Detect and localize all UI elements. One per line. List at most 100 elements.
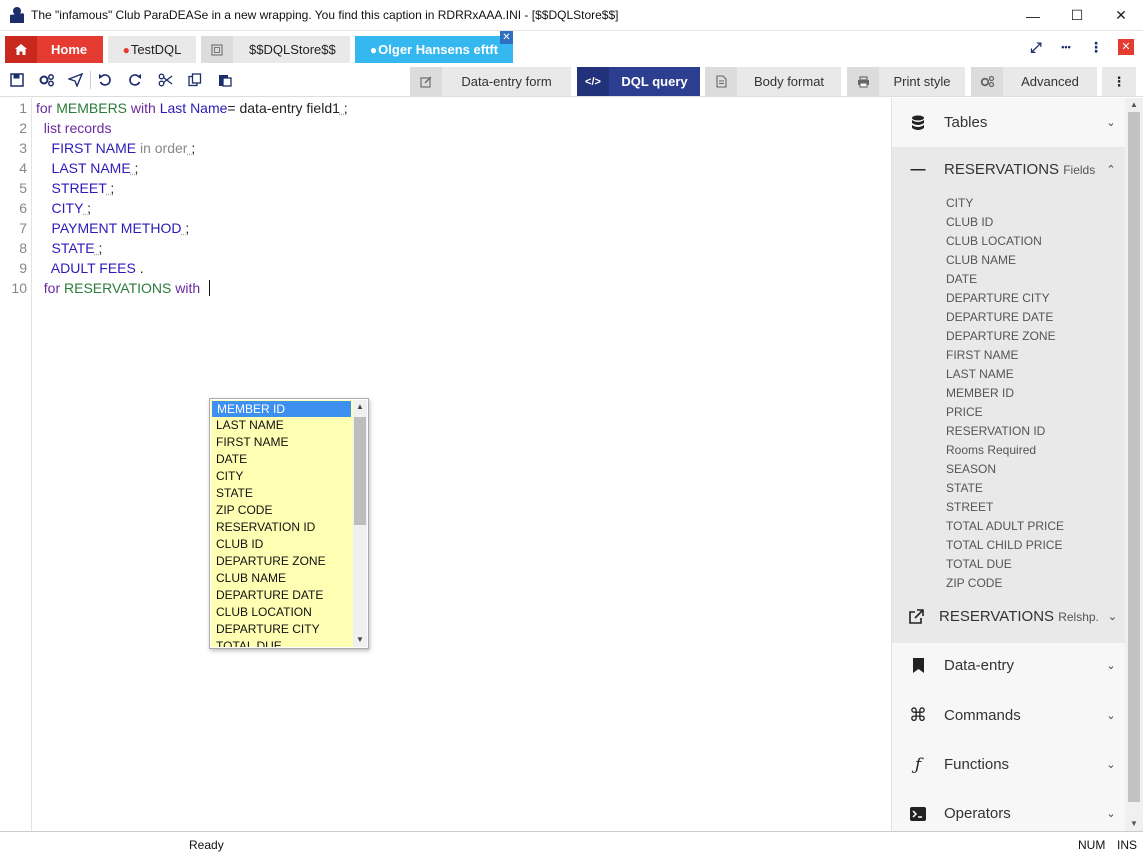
save-icon[interactable] [6,69,28,91]
code-line[interactable]: for MEMBERS with Last Name= data-entry f… [36,100,348,116]
scroll-down-icon[interactable]: ▼ [353,633,367,647]
tab-dql-query[interactable]: </> DQL query [577,67,700,96]
code-line[interactable]: for RESERVATIONS with [36,280,210,296]
section-functions[interactable]: ƒ Functions ⌄ [892,740,1126,789]
line-number: 4 [19,160,27,176]
code-line[interactable]: ADULT FEES . [36,260,144,276]
field-item[interactable]: DEPARTURE DATE [946,310,1053,324]
line-number: 5 [19,180,27,196]
more-horizontal-icon[interactable]: ••• [1051,32,1081,62]
redo-icon[interactable] [124,69,146,91]
document-tab-bar: Home ● TestDQL $$DQLStore$$ ● Olger Hans… [0,31,1143,63]
autocomplete-item[interactable]: DEPARTURE DATE [211,587,353,604]
field-item[interactable]: FIRST NAME [946,348,1018,362]
tab-body-format[interactable]: Body format [705,67,841,96]
chevron-down-icon: ⌄ [1107,611,1118,623]
code-token: ; [187,140,196,156]
chevron-down-icon: ⌄ [1106,660,1116,672]
autocomplete-popup[interactable]: MEMBER ID LAST NAME FIRST NAME DATE CITY STAT… [209,398,369,649]
tab-testdql[interactable]: ● TestDQL [108,36,196,63]
tab-dqlstore[interactable]: $$DQLStore$$ [201,36,350,63]
autocomplete-item[interactable]: DEPARTURE ZONE [211,553,353,570]
panel-scroll-thumb[interactable] [1128,112,1140,802]
window-close-button[interactable]: ✕ [1099,0,1143,31]
field-item[interactable]: STREET [946,500,993,514]
field-item[interactable]: CLUB LOCATION [946,234,1042,248]
autocomplete-item[interactable]: LAST NAME [211,417,353,434]
section-tables[interactable]: Tables ⌄ [892,98,1126,147]
autocomplete-item[interactable]: TOTAL DUE [211,638,353,647]
section-reservations-fields-header[interactable]: — RESERVATIONS Fields ⌃ [892,147,1126,191]
autocomplete-item[interactable]: CLUB NAME [211,570,353,587]
autocomplete-scrollbar[interactable]: ▲ ▼ [353,400,367,647]
code-token: STATE [36,240,95,256]
field-item[interactable]: PRICE [946,405,983,419]
scroll-up-icon[interactable]: ▲ [1125,98,1143,112]
code-line[interactable]: FIRST NAME in order ; [36,140,196,156]
autocomplete-item[interactable]: MEMBER ID [212,401,351,417]
field-item[interactable]: DATE [946,272,977,286]
section-reservations-relationships[interactable]: RESERVATIONS Relshp. ⌄ [892,592,1126,641]
title-bar: The "infamous" Club ParaDEASe in a new w… [0,0,1143,31]
code-line[interactable]: STREET ; [36,180,115,196]
line-number: 7 [19,220,27,236]
field-item[interactable]: LAST NAME [946,367,1014,381]
close-document-button[interactable]: ✕ [1118,39,1134,55]
scroll-down-icon[interactable]: ▼ [1125,817,1143,831]
tab-olger-hansens[interactable]: ● Olger Hansens eftft ✕ [355,31,513,63]
field-item[interactable]: SEASON [946,462,996,476]
autocomplete-item[interactable]: DEPARTURE CITY [211,621,353,638]
panel-scrollbar[interactable]: ▲ ▼ [1125,98,1143,831]
section-data-entry[interactable]: Data-entry ⌄ [892,641,1126,690]
undo-icon[interactable] [94,69,116,91]
field-item[interactable]: RESERVATION ID [946,424,1045,438]
more-options-button[interactable]: ⋮ [1102,67,1136,96]
send-icon[interactable] [64,69,86,91]
field-item[interactable]: DEPARTURE ZONE [946,329,1056,343]
autocomplete-item[interactable]: CLUB LOCATION [211,604,353,621]
autocomplete-item[interactable]: CITY [211,468,353,485]
cut-icon[interactable] [154,69,176,91]
code-line[interactable]: list records [36,120,112,136]
field-item[interactable]: ZIP CODE [946,576,1002,590]
field-item[interactable]: CLUB NAME [946,253,1016,267]
copy-icon[interactable] [184,69,206,91]
autocomplete-item[interactable]: DATE [211,451,353,468]
code-line[interactable]: LAST NAME ; [36,160,139,176]
settings-icon[interactable] [36,69,58,91]
autocomplete-item[interactable]: ZIP CODE [211,502,353,519]
autocomplete-scroll-thumb[interactable] [354,417,366,525]
autocomplete-list[interactable]: MEMBER ID LAST NAME FIRST NAME DATE CITY STAT… [211,400,353,647]
tab-olger-label: Olger Hansens eftft [378,42,499,57]
autocomplete-item[interactable]: RESERVATION ID [211,519,353,536]
tab-home[interactable]: Home [5,36,103,63]
tab-advanced[interactable]: Advanced [971,67,1097,96]
field-item[interactable]: STATE [946,481,983,495]
field-item[interactable]: CITY [946,196,973,210]
more-vertical-icon[interactable]: ⋮ [1081,32,1111,62]
section-commands[interactable]: ⌘ Commands ⌄ [892,691,1126,740]
paste-icon[interactable] [214,69,236,91]
autocomplete-item[interactable]: FIRST NAME [211,434,353,451]
autocomplete-item[interactable]: STATE [211,485,353,502]
field-item[interactable]: TOTAL CHILD PRICE [946,538,1062,552]
autocomplete-item[interactable]: CLUB ID [211,536,353,553]
code-line[interactable]: CITY ; [36,200,91,216]
scroll-up-icon[interactable]: ▲ [353,400,367,414]
code-line[interactable]: STATE ; [36,240,103,256]
maximize-button[interactable]: ☐ [1055,0,1099,31]
tab-print-style[interactable]: Print style [847,67,965,96]
field-item[interactable]: CLUB ID [946,215,993,229]
field-item[interactable]: Rooms Required [946,443,1036,457]
field-item[interactable]: TOTAL ADULT PRICE [946,519,1064,533]
tab-data-entry-form[interactable]: Data-entry form [410,67,571,96]
home-icon [5,36,37,63]
dql-editor[interactable]: 1 2 3 4 5 6 7 8 9 10 for MEMBERS with Last Name= … [0,98,891,831]
field-item[interactable]: TOTAL DUE [946,557,1012,571]
code-line[interactable]: PAYMENT METHOD ; [36,220,190,236]
field-item[interactable]: MEMBER ID [946,386,1014,400]
field-item[interactable]: DEPARTURE CITY [946,291,1050,305]
tab-close-icon[interactable]: ✕ [500,31,513,44]
fullscreen-icon[interactable]: ⤢ [1021,32,1051,62]
minimize-button[interactable]: — [1011,0,1055,31]
